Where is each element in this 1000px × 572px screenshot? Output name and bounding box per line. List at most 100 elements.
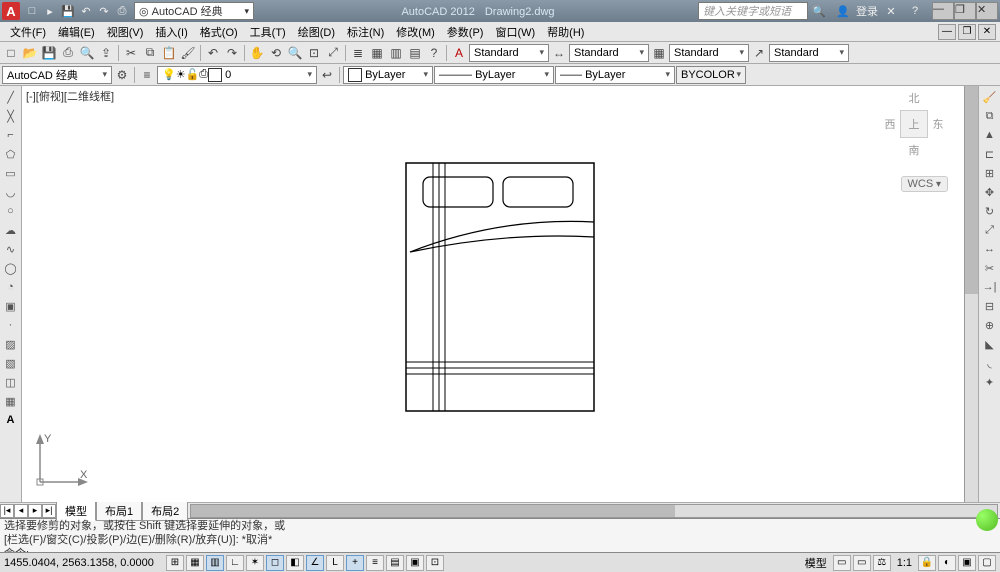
erase-icon[interactable]: 🧹: [981, 88, 999, 106]
tab-model[interactable]: 模型: [56, 501, 96, 521]
qat-redo-icon[interactable]: ↷: [96, 3, 112, 19]
ellipse-arc-icon[interactable]: ◔: [2, 278, 20, 296]
array-icon[interactable]: ⊞: [981, 164, 999, 182]
lwt-toggle[interactable]: ≡: [366, 555, 384, 571]
offset-icon[interactable]: ⊏: [981, 145, 999, 163]
annotation-scale[interactable]: 1:1: [893, 557, 916, 569]
layer-props-icon[interactable]: ≡: [138, 66, 156, 84]
horizontal-scrollbar[interactable]: [190, 504, 998, 518]
viewport-label[interactable]: [-][俯视][二维线框]: [26, 88, 114, 104]
qat-new-icon[interactable]: □: [24, 3, 40, 19]
login-button[interactable]: 👤: [832, 2, 854, 20]
table-style-dropdown[interactable]: Standard▾: [669, 44, 749, 62]
exchange-icon[interactable]: ✕: [880, 2, 902, 20]
qp-toggle[interactable]: ▣: [406, 555, 424, 571]
qat-open-icon[interactable]: ▸: [42, 3, 58, 19]
model-space-button[interactable]: 模型: [801, 555, 831, 571]
move-icon[interactable]: ✥: [981, 183, 999, 201]
qat-save-icon[interactable]: 💾: [60, 3, 76, 19]
qat-print-icon[interactable]: ⎙: [114, 3, 130, 19]
join-icon[interactable]: ⊕: [981, 316, 999, 334]
fillet-icon[interactable]: ◟: [981, 354, 999, 372]
publish-icon[interactable]: ⇪: [97, 44, 115, 62]
viewcube-top[interactable]: 上: [900, 110, 928, 138]
viewcube[interactable]: 北 西 上 东 南: [880, 90, 948, 158]
dim-style-icon[interactable]: ↔: [550, 44, 568, 62]
open-icon[interactable]: 📂: [21, 44, 39, 62]
search-input[interactable]: 键入关键字或短语: [698, 2, 808, 20]
zoom-ext-icon[interactable]: ⤢: [324, 44, 342, 62]
text-style-icon[interactable]: A: [450, 44, 468, 62]
comm-center-icon[interactable]: [976, 509, 998, 531]
menu-dimen[interactable]: 标注(N): [341, 22, 390, 42]
print-preview-icon[interactable]: 🔍: [78, 44, 96, 62]
properties-icon[interactable]: ≣: [349, 44, 367, 62]
isolate-icon[interactable]: ◐: [938, 555, 956, 571]
table-style-icon[interactable]: ▦: [650, 44, 668, 62]
zoom-icon[interactable]: 🔍: [286, 44, 304, 62]
text-style-dropdown[interactable]: Standard▾: [469, 44, 549, 62]
tab-layout1[interactable]: 布局1: [96, 501, 142, 521]
grid-toggle[interactable]: ▥: [206, 555, 224, 571]
menu-edit[interactable]: 编辑(E): [52, 22, 101, 42]
maximize-button[interactable]: ❐: [954, 2, 976, 20]
stretch-icon[interactable]: ↔: [981, 240, 999, 258]
trim-icon[interactable]: ✂: [981, 259, 999, 277]
quickview-drawings-icon[interactable]: ▭: [853, 555, 871, 571]
clean-screen-icon[interactable]: ▢: [978, 555, 996, 571]
wcs-badge[interactable]: WCS ▾: [901, 176, 948, 192]
3dosnap-toggle[interactable]: ◧: [286, 555, 304, 571]
doc-minimize-button[interactable]: —: [938, 24, 956, 40]
menu-modify[interactable]: 修改(M): [390, 22, 441, 42]
lineweight-dropdown[interactable]: —— ByLayer▾: [555, 66, 675, 84]
zoom-window-icon[interactable]: ⊡: [305, 44, 323, 62]
ws-settings-icon[interactable]: ⚙: [113, 66, 131, 84]
close-button[interactable]: ✕: [976, 2, 998, 20]
undo-icon[interactable]: ↶: [204, 44, 222, 62]
viewcube-west[interactable]: 西: [880, 116, 900, 132]
xline-icon[interactable]: ╳: [2, 107, 20, 125]
plotstyle-dropdown[interactable]: BYCOLOR▾: [676, 66, 746, 84]
polar-toggle[interactable]: ✶: [246, 555, 264, 571]
mirror-icon[interactable]: ▲: [981, 126, 999, 144]
ortho-toggle[interactable]: ∟: [226, 555, 244, 571]
menu-draw[interactable]: 绘图(D): [292, 22, 341, 42]
print-icon[interactable]: ⎙: [59, 44, 77, 62]
rotate-icon[interactable]: ↻: [981, 202, 999, 220]
menu-view[interactable]: 视图(V): [101, 22, 150, 42]
extend-icon[interactable]: →|: [981, 278, 999, 296]
doc-close-button[interactable]: ✕: [978, 24, 996, 40]
mleader-style-icon[interactable]: ↗: [750, 44, 768, 62]
gradient-icon[interactable]: ▧: [2, 354, 20, 372]
menu-format[interactable]: 格式(O): [194, 22, 244, 42]
tab-prev-button[interactable]: ◂: [14, 504, 28, 518]
text-icon[interactable]: A: [2, 411, 20, 429]
tab-layout2[interactable]: 布局2: [142, 501, 188, 521]
explode-icon[interactable]: ✦: [981, 373, 999, 391]
tab-next-button[interactable]: ▸: [28, 504, 42, 518]
otrack-toggle[interactable]: ∠: [306, 555, 324, 571]
minimize-button[interactable]: —: [932, 2, 954, 20]
cut-icon[interactable]: ✂: [122, 44, 140, 62]
viewcube-south[interactable]: 南: [880, 142, 948, 158]
layer-dropdown[interactable]: 💡 ☀ 🔓 ⎙ 0 ▾: [157, 66, 317, 84]
menu-param[interactable]: 参数(P): [441, 22, 490, 42]
tab-last-button[interactable]: ▸|: [42, 504, 56, 518]
region-icon[interactable]: ◫: [2, 373, 20, 391]
block-icon[interactable]: ▣: [2, 297, 20, 315]
rectangle-icon[interactable]: ▭: [2, 164, 20, 182]
osnap-toggle[interactable]: ◻: [266, 555, 284, 571]
vertical-scrollbar[interactable]: [964, 86, 978, 502]
dyn-toggle[interactable]: +: [346, 555, 364, 571]
copy-icon[interactable]: ⧉: [141, 44, 159, 62]
spline-icon[interactable]: ∿: [2, 240, 20, 258]
infer-toggle[interactable]: ⊞: [166, 555, 184, 571]
linetype-dropdown[interactable]: ——— ByLayer▾: [434, 66, 554, 84]
workspace-dropdown-title[interactable]: ◎ AutoCAD 经典▾: [134, 2, 254, 20]
layer-prev-icon[interactable]: ↩: [318, 66, 336, 84]
pan-icon[interactable]: ✋: [248, 44, 266, 62]
tool-palette-icon[interactable]: ▥: [387, 44, 405, 62]
sheet-set-icon[interactable]: ▦: [368, 44, 386, 62]
polygon-icon[interactable]: ⬠: [2, 145, 20, 163]
ducs-toggle[interactable]: L: [326, 555, 344, 571]
